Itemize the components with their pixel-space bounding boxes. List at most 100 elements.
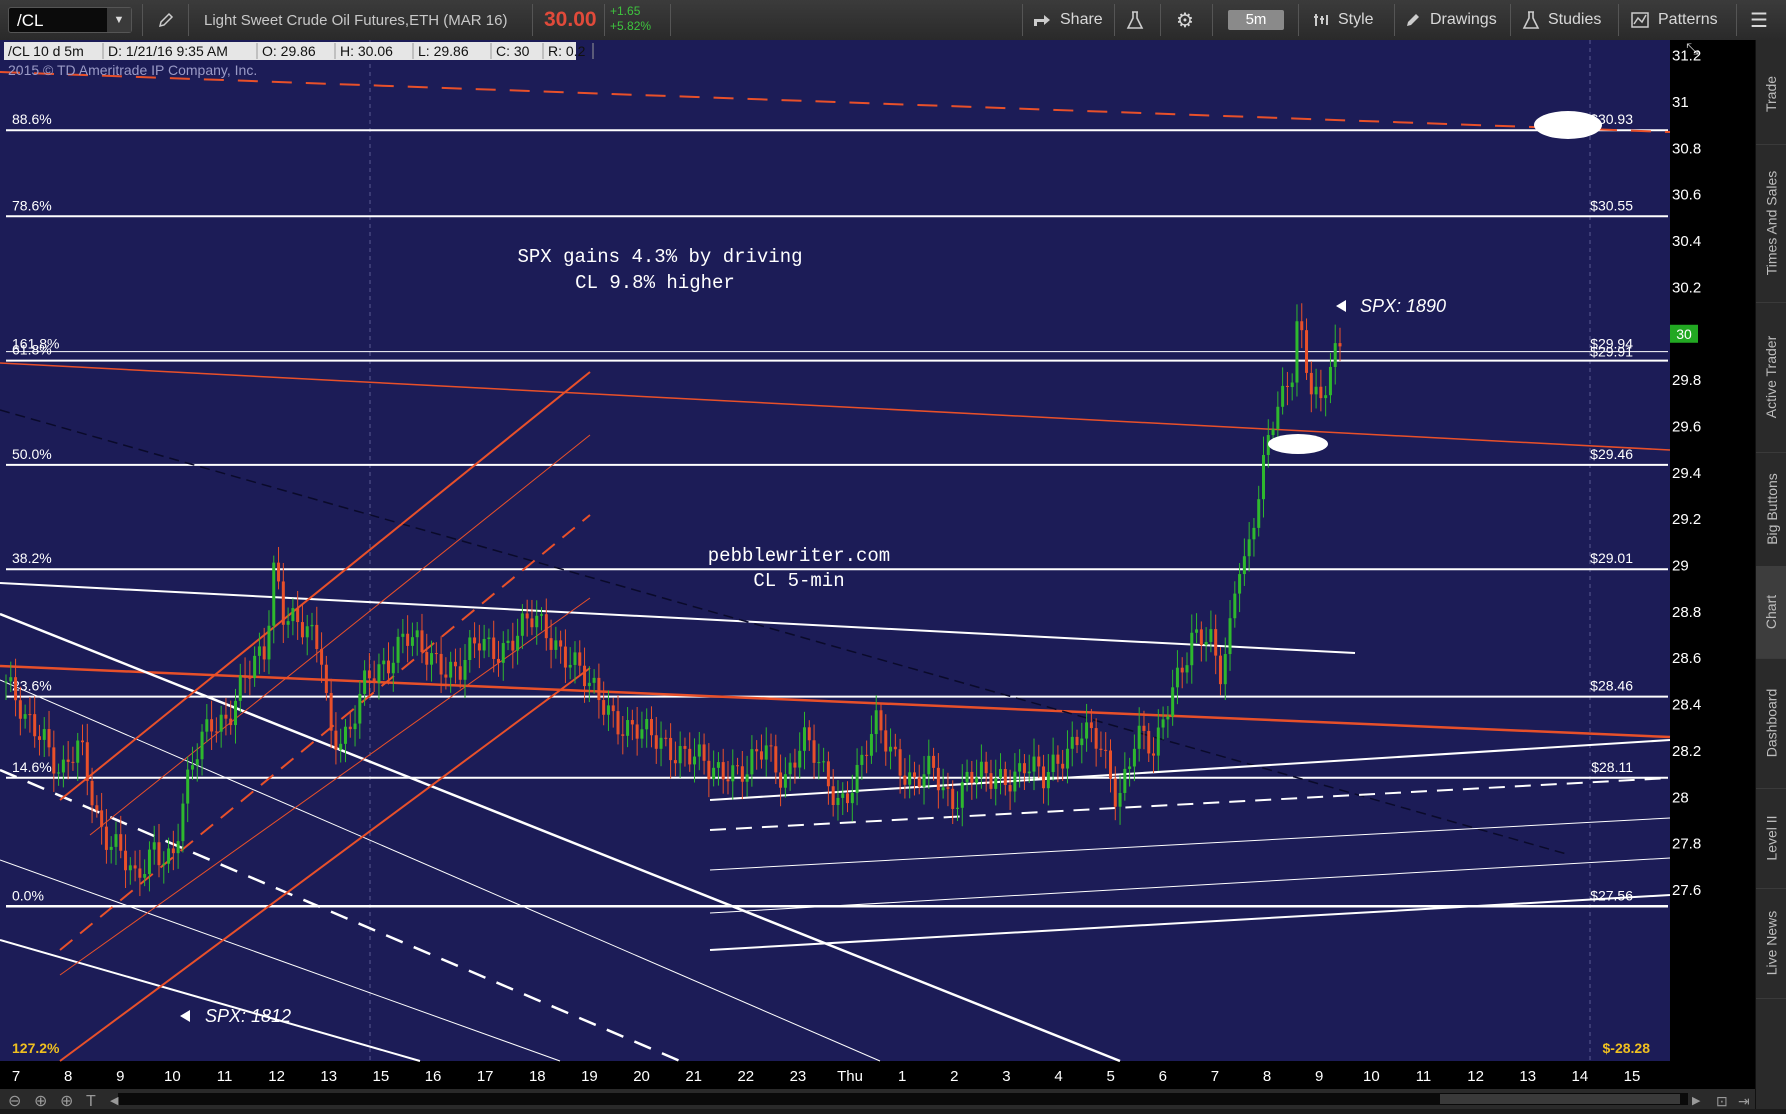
- sidebar-tab-dashboard[interactable]: Dashboard: [1756, 658, 1786, 789]
- symbol-text: /CL: [17, 11, 44, 30]
- share-button[interactable]: Share: [1032, 0, 1103, 40]
- candle-body: [61, 759, 65, 773]
- candle-body: [296, 608, 300, 623]
- price-chart[interactable]: 88.6% $30.9378.6% $30.5561.8% $29.91161.8% $…: [0, 40, 1755, 1110]
- y-axis-tick: 31.2: [1672, 48, 1701, 65]
- candle-body: [726, 779, 730, 782]
- candle-body: [587, 682, 591, 687]
- candle-body: [147, 849, 151, 875]
- sidebar-tab-trade[interactable]: Trade: [1756, 44, 1786, 145]
- candle-body: [157, 842, 161, 866]
- drawings-icon: [1407, 14, 1419, 26]
- sidebar-tab-level-ii[interactable]: Level II: [1756, 788, 1786, 889]
- candle-body: [568, 664, 572, 668]
- candle-body: [563, 646, 567, 668]
- candle-body: [841, 793, 845, 798]
- candle-body: [473, 637, 477, 644]
- fib-price-label: $29.94: [1590, 336, 1633, 352]
- scroll-left-icon[interactable]: ◀: [110, 1095, 119, 1107]
- sidebar-tab-big-buttons[interactable]: Big Buttons: [1756, 452, 1786, 567]
- gear-icon[interactable]: ⚙: [1176, 0, 1194, 40]
- candle-body: [1281, 385, 1285, 407]
- candle-body: [1271, 428, 1275, 436]
- candle-body: [1123, 768, 1127, 793]
- candle-body: [965, 771, 969, 783]
- candle-body: [396, 636, 400, 663]
- symbol-input[interactable]: /CL ▼: [8, 7, 132, 33]
- candle-body: [1171, 687, 1175, 717]
- chart-area[interactable]: 88.6% $30.93 78.6% $30.55 61.8% $29.91 161.8% $…: [0, 40, 1755, 1110]
- zoom-in-icon[interactable]: ⊕: [34, 1093, 47, 1110]
- candle-body: [219, 714, 223, 732]
- candle-body: [955, 807, 959, 809]
- candle-body: [4, 681, 8, 683]
- candle-body: [721, 762, 725, 780]
- candle-body: [903, 775, 907, 785]
- zoom-reset-icon[interactable]: ⊡: [1716, 1093, 1728, 1109]
- x-axis-tick: 13: [320, 1068, 337, 1085]
- zoom-out-icon[interactable]: ⊖: [8, 1093, 21, 1110]
- scroll-right-icon[interactable]: ▶: [1692, 1095, 1701, 1107]
- sidebar-tab-label: Times And Sales: [1763, 170, 1780, 276]
- scrollbar-thumb[interactable]: [1440, 1094, 1680, 1104]
- drawings-button[interactable]: Drawings: [1404, 0, 1497, 40]
- candle-body: [1156, 727, 1160, 756]
- candle-body: [85, 742, 89, 781]
- candle-body: [1094, 728, 1098, 749]
- candle-body: [1132, 748, 1136, 767]
- candle-body: [702, 744, 706, 761]
- x-axis-tick: 11: [1416, 1068, 1432, 1085]
- candle-body: [583, 665, 587, 687]
- candle-body: [540, 614, 544, 616]
- text-icon[interactable]: T: [86, 1093, 96, 1110]
- candle-body: [912, 772, 916, 778]
- candle-body: [291, 608, 295, 622]
- candle-body: [1218, 655, 1222, 685]
- candle-body: [1228, 618, 1232, 655]
- candle-body: [66, 759, 70, 762]
- timeframe-button[interactable]: 5m: [1228, 10, 1284, 30]
- candle-body: [257, 646, 261, 656]
- zoom-box-icon[interactable]: ⊕: [60, 1093, 73, 1110]
- y-axis-tick: 30.6: [1672, 187, 1701, 204]
- candle-body: [673, 760, 677, 764]
- chevron-down-icon[interactable]: ▼: [107, 8, 131, 32]
- candle-body: [167, 848, 171, 864]
- flask-icon[interactable]: [1126, 0, 1144, 40]
- annotation-headline: SPX gains 4.3% by driving: [517, 246, 802, 268]
- candle-body: [234, 700, 238, 726]
- style-button[interactable]: Style: [1312, 0, 1374, 40]
- candle-body: [893, 746, 897, 750]
- candle-body: [444, 674, 448, 678]
- candle-body: [281, 581, 285, 625]
- candle-body: [1061, 763, 1065, 769]
- fib-price-label: $30.55: [1590, 197, 1633, 213]
- candle-body: [1032, 756, 1036, 772]
- studies-button[interactable]: Studies: [1522, 0, 1601, 40]
- candle-body: [989, 773, 993, 789]
- share-label: Share: [1060, 11, 1103, 28]
- fib-price-label: $27.56: [1590, 887, 1633, 903]
- candle-body: [984, 761, 988, 774]
- x-axis-tick: 9: [116, 1068, 124, 1085]
- candle-body: [171, 848, 175, 854]
- patterns-button[interactable]: Patterns: [1630, 0, 1718, 40]
- sidebar-tab-chart[interactable]: Chart: [1756, 566, 1786, 659]
- candle-body: [941, 787, 945, 791]
- menu-icon[interactable]: ☰: [1750, 0, 1768, 40]
- sidebar-tab-label: Chart: [1763, 594, 1780, 630]
- scroll-end-icon[interactable]: ⇥: [1738, 1093, 1750, 1109]
- candle-body: [23, 714, 27, 719]
- candle-body: [305, 626, 309, 638]
- sidebar-tab-active-trader[interactable]: Active Trader: [1756, 302, 1786, 453]
- candle-body: [420, 630, 424, 653]
- candle-body: [755, 749, 759, 752]
- pencil-icon[interactable]: [154, 0, 178, 40]
- y-axis-tick: 29.8: [1672, 372, 1701, 389]
- candle-body: [975, 777, 979, 783]
- candle-body: [922, 774, 926, 787]
- sidebar-tab-live-news[interactable]: Live News: [1756, 888, 1786, 999]
- candle-body: [678, 746, 682, 764]
- sidebar-tab-times-and-sales[interactable]: Times And Sales: [1756, 144, 1786, 303]
- candle-body: [100, 810, 104, 827]
